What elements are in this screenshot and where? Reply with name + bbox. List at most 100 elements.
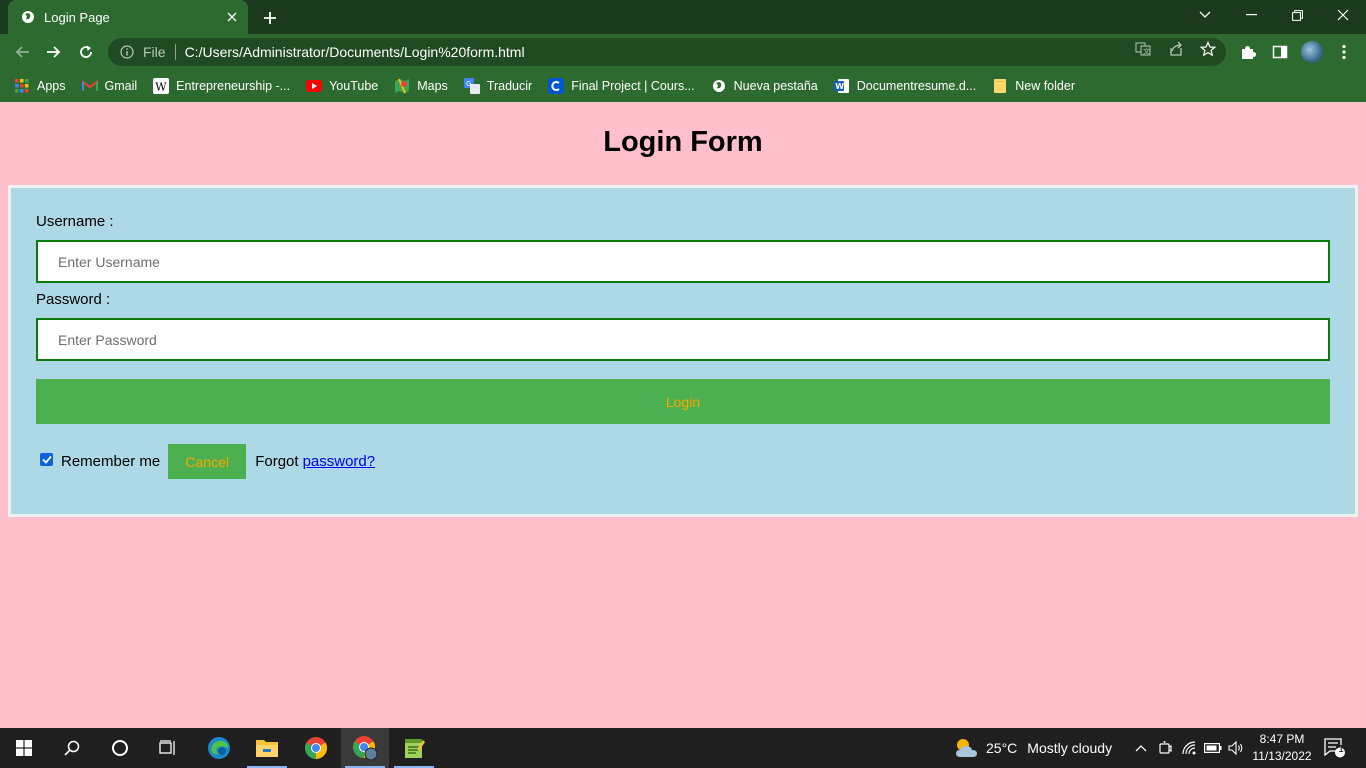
bookmark-label: Apps: [37, 79, 66, 93]
page-title: Login Form: [603, 126, 763, 158]
forgot-text: Forgot: [255, 453, 299, 470]
globe-icon: [711, 78, 727, 94]
username-input[interactable]: [36, 240, 1330, 283]
word-icon: W: [833, 78, 850, 94]
bookmark-label: Final Project | Cours...: [571, 79, 695, 93]
extensions-puzzle-icon[interactable]: [1238, 42, 1258, 62]
coursera-icon: [548, 78, 565, 94]
translate-icon: G: [463, 78, 480, 94]
bookmark-final-project[interactable]: Final Project | Cours...: [548, 78, 695, 94]
remember-me-label: Remember me: [61, 453, 161, 470]
restore-icon[interactable]: [1274, 0, 1320, 30]
bookmark-label: Gmail: [104, 79, 138, 93]
close-tab-icon[interactable]: [224, 9, 240, 25]
bookmark-label: Entrepreneurship -...: [176, 79, 291, 93]
address-bar[interactable]: File C:/Users/Administrator/Documents/Lo…: [108, 38, 1226, 66]
notification-count: 1: [1338, 744, 1344, 755]
apps-grid-icon: [14, 78, 30, 94]
remember-me-checkbox[interactable]: [40, 453, 53, 466]
wikipedia-icon: W: [153, 78, 170, 94]
svg-text:W: W: [835, 82, 844, 91]
bookmark-traducir[interactable]: G Traducir: [463, 78, 533, 94]
site-info-icon[interactable]: [119, 44, 135, 60]
maps-icon: [394, 78, 410, 94]
url-text[interactable]: C:/Users/Administrator/Documents/Login%2…: [185, 44, 525, 60]
address-divider: [174, 44, 176, 60]
svg-text:W: W: [155, 81, 167, 94]
bookmark-label: New folder: [1015, 79, 1075, 93]
forgot-password-link[interactable]: password?: [303, 453, 376, 470]
profile-avatar[interactable]: [1301, 41, 1323, 63]
reload-icon[interactable]: [74, 40, 98, 64]
notepad-plus-icon[interactable]: [390, 728, 438, 768]
volume-icon[interactable]: [1226, 738, 1246, 758]
chrome-icon[interactable]: [292, 728, 340, 768]
translate-icon[interactable]: 文: [1134, 40, 1152, 58]
notification-center-icon[interactable]: 1: [1323, 737, 1347, 759]
search-icon[interactable]: [48, 728, 96, 768]
bookmark-entrepreneurship[interactable]: W Entrepreneurship -...: [153, 78, 290, 94]
bookmark-apps[interactable]: Apps: [14, 78, 66, 94]
bookmark-label: Traducir: [486, 79, 533, 93]
forward-arrow-icon[interactable]: [42, 40, 66, 64]
bookmark-youtube[interactable]: YouTube: [306, 78, 378, 94]
close-window-icon[interactable]: [1320, 0, 1366, 30]
weather-widget[interactable]: 25°C Mostly cloudy: [986, 728, 1112, 768]
bookmark-maps[interactable]: Maps: [394, 78, 448, 94]
browser-toolbar: File C:/Users/Administrator/Documents/Lo…: [0, 34, 1366, 70]
bookmark-documentresume[interactable]: W Documentresume.d...: [833, 78, 977, 94]
windows-taskbar: 25°C Mostly cloudy 8:47 PM 11/13/2022 1: [0, 728, 1366, 768]
clock-date: 11/13/2022: [1252, 749, 1312, 763]
task-view-icon[interactable]: [144, 728, 192, 768]
minimize-icon[interactable]: [1228, 0, 1274, 30]
url-scheme: File: [143, 44, 166, 60]
bookmark-label: Documentresume.d...: [856, 79, 977, 93]
file-explorer-icon[interactable]: [243, 728, 291, 768]
windows-start-icon[interactable]: [0, 728, 48, 768]
battery-icon[interactable]: [1203, 738, 1223, 758]
login-button[interactable]: Login: [36, 379, 1330, 424]
login-form: Username : Password : Login Remember me …: [8, 185, 1358, 517]
back-arrow-icon[interactable]: [10, 40, 34, 64]
password-label: Password :: [36, 291, 111, 308]
checkmark-icon: [41, 455, 52, 464]
wifi-icon[interactable]: [1180, 738, 1200, 758]
taskbar-clock[interactable]: 8:47 PM 11/13/2022: [1244, 731, 1320, 765]
browser-tab-active[interactable]: Login Page: [8, 0, 248, 34]
weather-temperature: 25°C: [986, 740, 1018, 756]
side-panel-icon[interactable]: [1270, 42, 1290, 62]
clock-time: 8:47 PM: [1259, 732, 1305, 746]
svg-text:G: G: [466, 80, 471, 88]
bookmark-label: YouTube: [329, 79, 379, 93]
weather-cloudy-icon[interactable]: [954, 736, 980, 760]
tab-title: Login Page: [44, 9, 110, 25]
edge-browser-icon[interactable]: [195, 728, 243, 768]
meet-now-icon[interactable]: [1155, 738, 1175, 758]
share-icon[interactable]: [1167, 40, 1185, 58]
chrome-profile-window-icon[interactable]: [341, 728, 389, 768]
password-input[interactable]: [36, 318, 1330, 361]
more-menu-icon[interactable]: [1334, 42, 1354, 62]
cortana-icon[interactable]: [96, 728, 144, 768]
page-content: Login Form Username : Password : Login R…: [0, 102, 1366, 728]
cancel-button[interactable]: Cancel: [168, 444, 247, 479]
bookmark-label: Maps: [417, 79, 448, 93]
bookmark-nueva-pestana[interactable]: Nueva pestaña: [711, 78, 818, 94]
weather-condition: Mostly cloudy: [1027, 740, 1113, 756]
folder-icon: [992, 78, 1008, 94]
youtube-icon: [306, 78, 323, 94]
bookmark-star-icon[interactable]: [1199, 40, 1217, 58]
username-label: Username :: [36, 213, 114, 230]
bookmark-gmail[interactable]: Gmail: [81, 78, 138, 94]
browser-titlebar: Login Page: [0, 0, 1366, 34]
tab-search-icon[interactable]: [1182, 0, 1228, 30]
bookmark-label: Nueva pestaña: [733, 79, 818, 93]
new-tab-icon[interactable]: [258, 6, 282, 30]
form-footer-row: Remember me Cancel Forgot password?: [36, 444, 375, 479]
globe-icon: [20, 9, 36, 25]
bookmark-new-folder[interactable]: New folder: [992, 78, 1075, 94]
gmail-icon: [81, 78, 98, 94]
svg-text:文: 文: [1143, 47, 1150, 56]
bookmarks-bar: Apps Gmail W Entrepreneurship -... YouTu…: [0, 70, 1366, 102]
show-hidden-icons-chevron-icon[interactable]: [1131, 738, 1151, 758]
